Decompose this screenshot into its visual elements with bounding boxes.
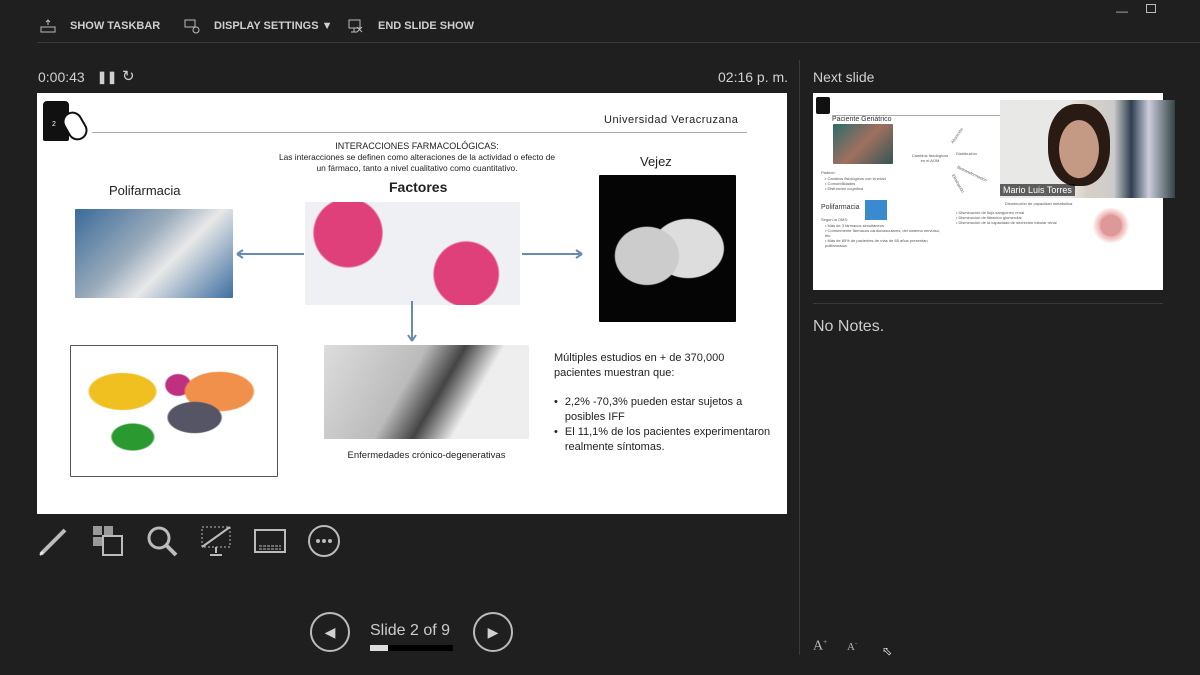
minimize-icon[interactable]: — xyxy=(1116,4,1128,18)
elderly-pills-image xyxy=(599,175,736,322)
current-slide[interactable]: 2 Universidad Veracruzana INTERACCIONES … xyxy=(37,93,787,514)
pill-bottle-logo xyxy=(816,97,830,114)
slide-progress-bar xyxy=(370,645,453,651)
end-slide-show-button[interactable]: END SLIDE SHOW xyxy=(348,18,474,34)
presenter-face xyxy=(1048,104,1110,186)
stats-item: • 2,2% -70,3% pueden estar sujetos a posi… xyxy=(554,396,743,423)
subtitles-icon[interactable] xyxy=(253,524,287,558)
estudios-text: Múltiples estudios en + de 370,000 pacie… xyxy=(554,352,725,379)
stats-list: • 2,2% -70,3% pueden estar sujetos a posi… xyxy=(554,395,774,455)
end-show-icon xyxy=(348,19,363,33)
kidney-image xyxy=(1091,208,1131,243)
zoom-icon[interactable] xyxy=(145,524,179,558)
black-screen-icon[interactable] xyxy=(199,524,233,558)
pen-icon[interactable] xyxy=(37,524,71,558)
font-increase-icon[interactable]: A+ xyxy=(813,638,827,655)
slide-heading: INTERACCIONES FARMACOLÓGICAS: xyxy=(335,141,499,151)
display-settings-label: DISPLAY SETTINGS ▼ xyxy=(214,20,333,32)
see-all-slides-icon[interactable] xyxy=(91,524,125,558)
enfermedades-label: Enfermedades crónico-degenerativas xyxy=(347,450,506,461)
thumb-branch: Eliminación xyxy=(950,173,966,194)
thumb-branch: Absorción xyxy=(949,126,965,145)
restore-icon[interactable] xyxy=(1146,4,1156,13)
previous-icon: ◀ xyxy=(324,623,336,640)
who-logo xyxy=(865,200,887,220)
taskbar-icon xyxy=(40,19,56,33)
webcam-video: Mario Luis Torres xyxy=(1000,100,1175,198)
mouse-cursor: ⬁ xyxy=(882,644,893,658)
slide-number: 2 xyxy=(52,121,56,128)
elapsed-timer: 0:00:43 xyxy=(38,69,85,85)
webcam-name: Mario Luis Torres xyxy=(1000,184,1075,196)
polifarmacia-label: Polifarmacia xyxy=(109,183,181,198)
thumb-branch: Distribución xyxy=(956,151,977,156)
world-map-image xyxy=(70,345,278,477)
thumb-segun: Según la OMS: xyxy=(821,217,849,222)
restart-icon[interactable]: ↻ xyxy=(122,67,135,85)
clock: 02:16 p. m. xyxy=(718,69,789,85)
previous-slide-button[interactable]: ◀ xyxy=(310,612,350,652)
thumb-title: Paciente Geriátrico xyxy=(832,116,892,123)
medicines-image xyxy=(75,209,233,298)
pause-icon[interactable]: ❚❚ xyxy=(97,70,117,84)
thumb-branch: Biotransformación xyxy=(956,164,988,183)
university-name: Universidad Veracruzana xyxy=(604,114,739,126)
slide-progress-fill xyxy=(370,645,389,651)
display-settings-button[interactable]: DISPLAY SETTINGS ▼ xyxy=(184,18,332,34)
blood-pressure-image xyxy=(324,345,529,439)
vejez-label: Vejez xyxy=(640,154,672,169)
display-settings-icon xyxy=(184,19,200,34)
more-options-icon[interactable] xyxy=(307,524,341,558)
factores-label: Factores xyxy=(389,179,448,195)
end-slide-show-label: END SLIDE SHOW xyxy=(378,20,474,32)
pane-divider[interactable] xyxy=(799,60,800,655)
thumb-padece: Padece: xyxy=(821,170,836,175)
header-line xyxy=(92,132,747,133)
stats-item: • El 11,1% de los pacientes experimentaro… xyxy=(554,426,771,453)
next-slide-label: Next slide xyxy=(813,69,875,85)
show-taskbar-label: SHOW TASKBAR xyxy=(70,20,161,32)
slide-counter: Slide 2 of 9 xyxy=(370,622,451,639)
next-icon: ▶ xyxy=(487,623,499,640)
show-taskbar-button[interactable]: SHOW TASKBAR xyxy=(40,18,160,34)
arrows xyxy=(236,249,583,342)
next-slide-button[interactable]: ▶ xyxy=(473,612,513,652)
thumb-polifarmacia: Polifarmacia xyxy=(821,204,860,211)
notes-text: No Notes. xyxy=(813,318,885,335)
slide-definition: Las interacciones se definen como altera… xyxy=(278,152,556,173)
thumb-metab: Disminución de capacidad metabólica. xyxy=(1005,201,1074,206)
thumb-center: Cambios fisiológicos en el AOM xyxy=(911,153,949,163)
font-decrease-icon[interactable]: A- xyxy=(847,641,857,653)
